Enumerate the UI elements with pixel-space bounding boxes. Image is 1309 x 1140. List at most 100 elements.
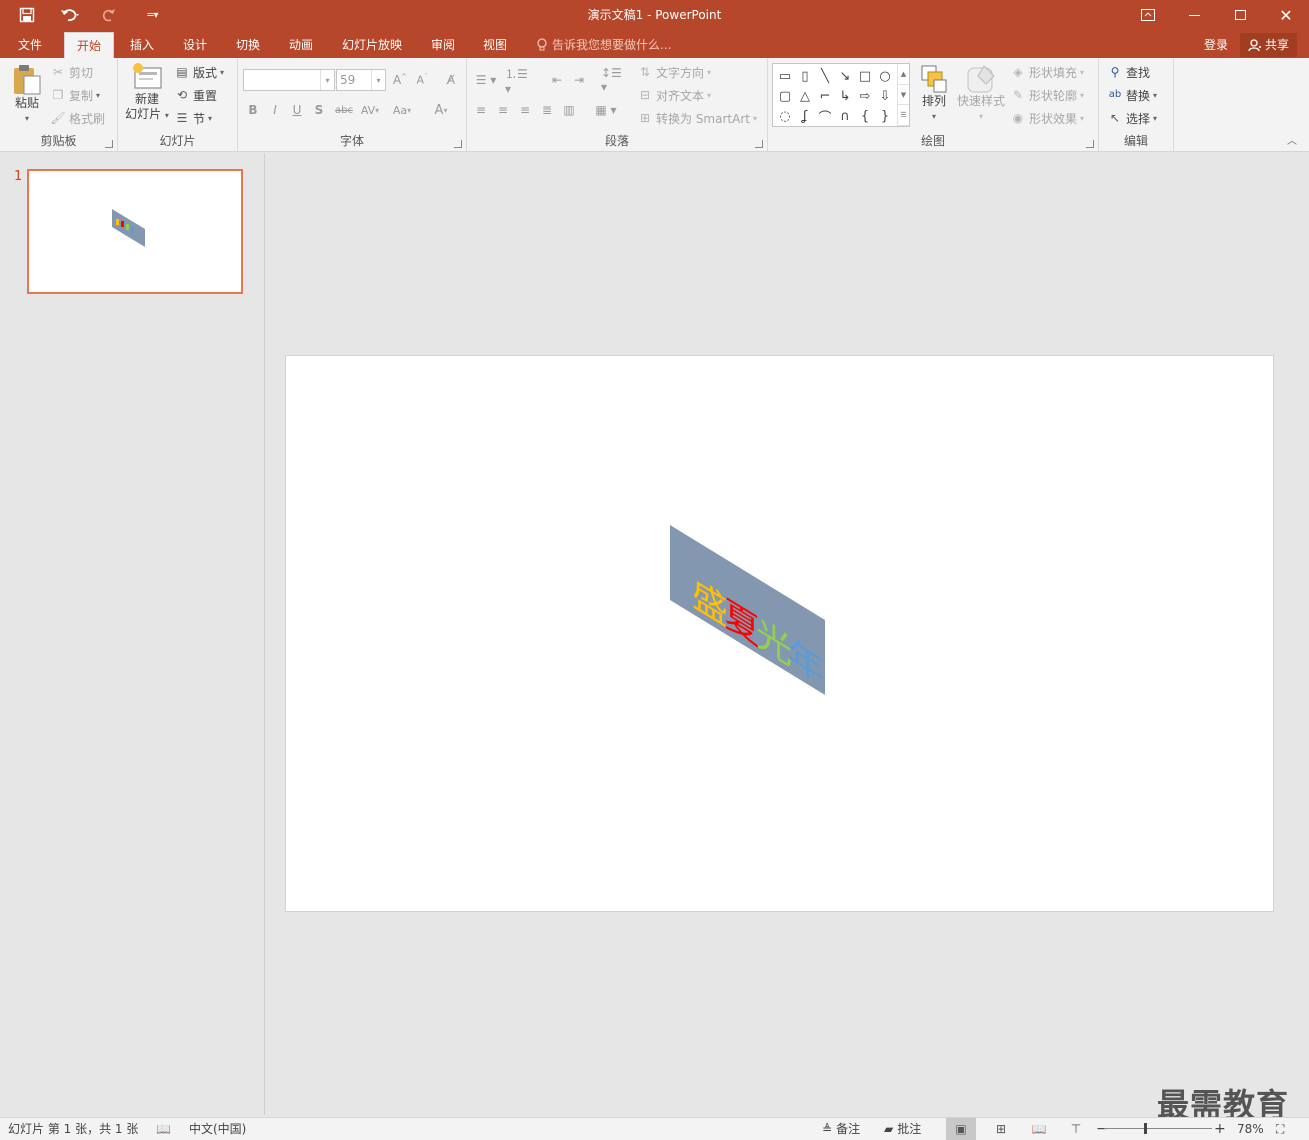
paragraph-launcher-icon[interactable] [755, 140, 763, 148]
wordart-shape[interactable]: 盛 夏 光 年 [286, 356, 1275, 913]
rectangle-shape-icon[interactable]: □ [855, 66, 875, 86]
left-brace-shape-icon[interactable]: { [855, 106, 875, 126]
shape-effects-button[interactable]: ◉ 形状效果 ▾ [1010, 107, 1084, 129]
character-spacing-button[interactable]: AV ▾ [356, 99, 384, 121]
redo-button[interactable] [94, 0, 124, 30]
bullets-button[interactable]: ☰ ▾ [471, 69, 501, 91]
slide-thumbnail[interactable] [27, 169, 243, 294]
select-button[interactable]: ↖ 选择 ▾ [1107, 107, 1157, 129]
zoom-slider[interactable] [1104, 1128, 1212, 1129]
comments-button[interactable]: ▰ 批注 [884, 1118, 921, 1140]
align-text-button[interactable]: ⊟ 对齐文本 ▾ [637, 84, 711, 106]
tab-slideshow[interactable]: 幻灯片放映 [330, 32, 414, 58]
shadow-button[interactable]: S [309, 99, 329, 121]
arrange-button[interactable]: 排列 ▾ [916, 64, 952, 124]
columns-button[interactable]: ▦ ▾ [591, 99, 621, 121]
increase-font-button[interactable]: A^ [390, 69, 410, 91]
text-direction-button[interactable]: ⇅ 文字方向 ▾ [637, 61, 711, 83]
right-brace-shape-icon[interactable]: } [875, 106, 895, 126]
align-center-button[interactable]: ≡ [493, 99, 513, 121]
vertical-textbox-shape-icon[interactable]: ▯ [795, 66, 815, 86]
scribble-shape-icon[interactable]: ʆ [795, 106, 815, 126]
find-button[interactable]: ⚲ 查找 [1107, 61, 1150, 83]
reset-button[interactable]: ⟲ 重置 [174, 84, 217, 106]
save-button[interactable] [12, 0, 42, 30]
tab-view[interactable]: 视图 [471, 32, 519, 58]
strikethrough-button[interactable]: abc [332, 99, 356, 121]
decrease-font-button[interactable]: Aˇ [412, 69, 432, 91]
zoom-in-button[interactable]: + [1214, 1118, 1226, 1140]
fit-slide-button[interactable]: ⛶ [1276, 1118, 1284, 1140]
underline-button[interactable]: U [287, 99, 307, 121]
shapes-scroll-up-icon[interactable]: ▲ [898, 64, 909, 85]
slide-canvas[interactable]: 盛 夏 光 年 [285, 355, 1274, 912]
font-name-combo[interactable]: ▾ [243, 69, 335, 91]
tab-animations[interactable]: 动画 [277, 32, 325, 58]
shapes-gallery[interactable]: ▭ ▯ ╲ ↘ □ ○ ▢ △ ⌐ ↳ ⇨ ⇩ ◌ ʆ ⌒ ∩ { } ▲ ▼ … [772, 63, 910, 127]
clear-formatting-button[interactable]: A̸ [441, 69, 461, 91]
bold-button[interactable]: B [243, 99, 263, 121]
normal-view-button[interactable]: ▣ [946, 1118, 976, 1140]
line-spacing-button[interactable]: ↕☰ ▾ [601, 66, 631, 94]
font-color-button[interactable]: A ▾ [428, 99, 454, 121]
decrease-indent-button[interactable]: ⇤ [547, 69, 567, 91]
triangle-shape-icon[interactable]: △ [795, 86, 815, 106]
copy-button[interactable]: ❐ 复制 ▾ [50, 84, 100, 106]
increase-indent-button[interactable]: ⇥ [569, 69, 589, 91]
login-link[interactable]: 登录 [1204, 32, 1228, 58]
shape-outline-button[interactable]: ✎ 形状轮廓 ▾ [1010, 84, 1084, 106]
freeform-shape-icon[interactable]: ◌ [775, 106, 795, 126]
arrow-line-shape-icon[interactable]: ↘ [835, 66, 855, 86]
slideshow-view-button[interactable]: ⊤ [1061, 1118, 1091, 1140]
elbow-connector-shape-icon[interactable]: ⌐ [815, 86, 835, 106]
rounded-rect-shape-icon[interactable]: ▢ [775, 86, 795, 106]
ribbon-display-options-button[interactable] [1125, 0, 1171, 30]
collapse-ribbon-icon[interactable]: ︿ [1287, 132, 1297, 147]
distributed-button[interactable]: ▥ [559, 99, 579, 121]
justify-button[interactable]: ≣ [537, 99, 557, 121]
share-button[interactable]: 共享 [1240, 33, 1298, 57]
font-size-dropdown-icon[interactable]: ▾ [371, 70, 385, 90]
align-right-button[interactable]: ≡ [515, 99, 535, 121]
font-size-combo[interactable]: 59 ▾ [336, 69, 386, 91]
language-status[interactable]: 中文(中国) [189, 1118, 246, 1140]
shapes-more-icon[interactable]: ☰ [898, 105, 909, 127]
tab-file[interactable]: 文件 [6, 32, 54, 58]
drawing-launcher-icon[interactable] [1086, 140, 1094, 148]
textbox-shape-icon[interactable]: ▭ [775, 66, 795, 86]
shape-fill-button[interactable]: ◈ 形状填充 ▾ [1010, 61, 1084, 83]
reading-view-button[interactable]: 📖 [1024, 1118, 1054, 1140]
close-button[interactable]: ✕ [1263, 0, 1309, 30]
tab-review[interactable]: 审阅 [419, 32, 467, 58]
arc-shape-icon[interactable]: ⌒ [815, 106, 835, 126]
minimize-button[interactable] [1171, 0, 1217, 30]
curve-shape-icon[interactable]: ∩ [835, 106, 855, 126]
tab-insert[interactable]: 插入 [118, 32, 166, 58]
shapes-scroll-down-icon[interactable]: ▼ [898, 85, 909, 106]
format-painter-button[interactable]: 🖌 格式刷 [50, 107, 105, 129]
oval-shape-icon[interactable]: ○ [875, 66, 895, 86]
line-shape-icon[interactable]: ╲ [815, 66, 835, 86]
quick-styles-button[interactable]: 快速样式 ▾ [955, 64, 1007, 124]
italic-button[interactable]: I [265, 99, 285, 121]
tab-transitions[interactable]: 切换 [224, 32, 272, 58]
layout-button[interactable]: ▤ 版式 ▾ [174, 61, 224, 83]
right-arrow-shape-icon[interactable]: ⇨ [855, 86, 875, 106]
section-button[interactable]: ☰ 节 ▾ [174, 107, 212, 129]
tab-design[interactable]: 设计 [171, 32, 219, 58]
replace-button[interactable]: ab 替换 ▾ [1107, 84, 1157, 106]
convert-smartart-button[interactable]: ⊞ 转换为 SmartArt ▾ [637, 107, 757, 129]
slide-sorter-view-button[interactable]: ⊞ [986, 1118, 1016, 1140]
cut-button[interactable]: ✂ 剪切 [50, 61, 93, 83]
notes-button[interactable]: ≜ 备注 [822, 1118, 860, 1140]
maximize-button[interactable] [1217, 0, 1263, 30]
new-slide-button[interactable]: 新建 幻灯片 ▾ [122, 62, 172, 123]
clipboard-launcher-icon[interactable] [105, 140, 113, 148]
tab-home[interactable]: 开始 [64, 32, 115, 58]
paste-button[interactable]: 粘贴 ▾ [8, 64, 46, 126]
down-arrow-shape-icon[interactable]: ⇩ [875, 86, 895, 106]
align-left-button[interactable]: ≡ [471, 99, 491, 121]
customize-qat-button[interactable]: ═▾ [138, 0, 168, 30]
font-launcher-icon[interactable] [454, 140, 462, 148]
elbow-arrow-shape-icon[interactable]: ↳ [835, 86, 855, 106]
